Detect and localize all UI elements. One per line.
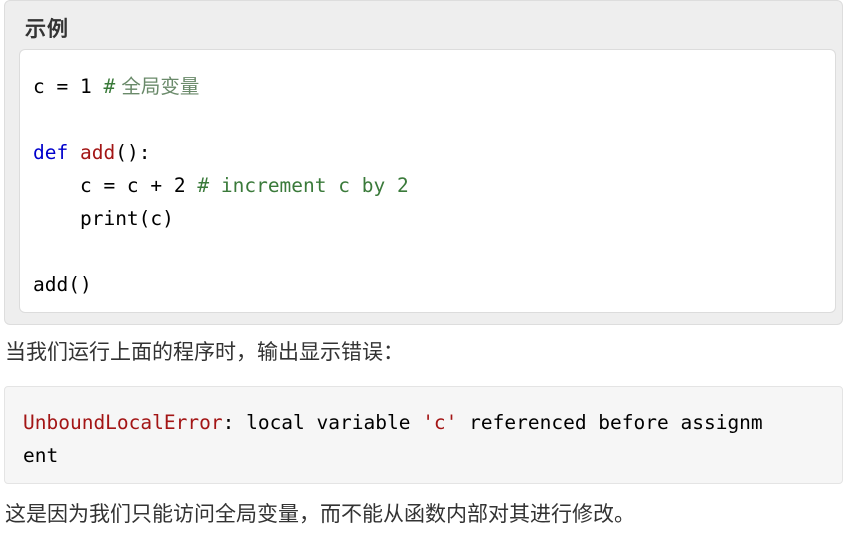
code-number: 1 <box>79 75 92 98</box>
output-line-1: UnboundLocalError: local variable 'c' re… <box>23 406 763 439</box>
output-line-2: ent <box>23 439 58 472</box>
code-comment: # increment c by 2 <box>197 174 409 197</box>
code-text: print(c) <box>79 207 174 230</box>
code-line-4: c = c + 2 # increment c by 2 <box>33 169 409 202</box>
code-keyword: def <box>33 141 69 164</box>
output-text: local variable <box>234 411 423 434</box>
output-text: ent <box>23 444 59 467</box>
error-name: UnboundLocalError <box>23 411 223 434</box>
code-line-1: c = 1 # 全局变量 <box>33 70 199 103</box>
example-box: 示例 c = 1 # 全局变量 def add(): c = c + 2 # i… <box>4 0 843 325</box>
code-comment: 全局变量 <box>115 75 200 98</box>
code-variable: c <box>33 75 45 98</box>
output-quoted-name: 'c' <box>422 411 458 434</box>
code-operator: = <box>44 75 80 98</box>
code-text: (): <box>115 141 151 164</box>
output-block: UnboundLocalError: local variable 'c' re… <box>4 386 843 484</box>
code-text: add() <box>33 273 92 296</box>
code-function-name: add <box>79 141 116 164</box>
code-line-5: print(c) <box>33 202 174 235</box>
code-text: c = c + 2 <box>79 174 198 197</box>
paragraph-explanation: 这是因为我们只能访问全局变量，而不能从函数内部对其进行修改。 <box>5 502 635 526</box>
paragraph-error-intro: 当我们运行上面的程序时，输出显示错误： <box>5 340 404 364</box>
output-colon: : <box>222 411 235 434</box>
code-line-7: add() <box>33 268 92 301</box>
example-title: 示例 <box>25 17 69 41</box>
output-text: referenced before assignm <box>457 411 763 434</box>
code-comment-hash: # <box>103 75 116 98</box>
code-block: c = 1 # 全局变量 def add(): c = c + 2 # incr… <box>19 49 836 313</box>
code-line-3: def add(): <box>33 136 150 169</box>
